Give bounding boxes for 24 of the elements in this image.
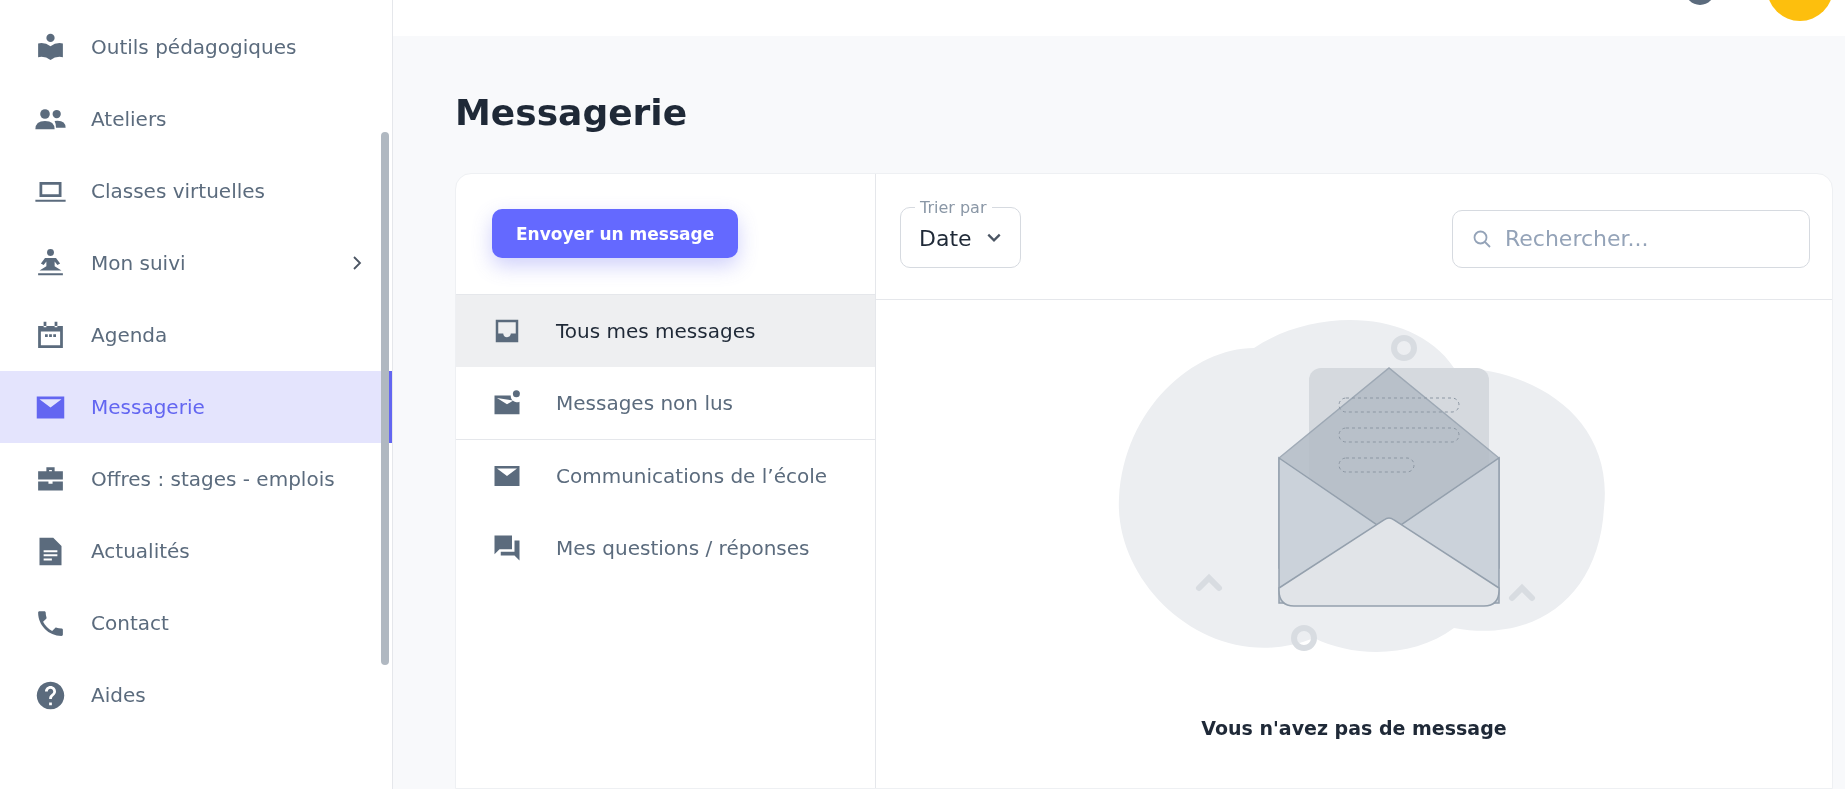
chevron-right-icon <box>352 255 362 271</box>
sort-label: Trier par <box>919 199 988 216</box>
sidebar-item[interactable]: Ateliers <box>0 83 392 155</box>
empty-state-message: Vous n'avez pas de message <box>1201 717 1507 739</box>
folder-item[interactable]: Communications de l’école <box>456 440 875 512</box>
folder-item[interactable]: Messages non lus <box>456 367 875 440</box>
sidebar-item[interactable]: Contact <box>0 587 392 659</box>
sidebar-item[interactable]: Actualités <box>0 515 392 587</box>
sidebar-item[interactable]: Outils pédagogiques <box>0 11 392 83</box>
scrollbar[interactable] <box>381 132 389 665</box>
page-title: Messagerie <box>455 92 689 133</box>
chat-icon <box>492 533 522 563</box>
sidebar-item[interactable]: Messagerie <box>0 371 392 443</box>
sidebar-item[interactable]: Agenda <box>0 299 392 371</box>
sidebar-item[interactable]: Offres : stages - emplois <box>0 443 392 515</box>
caret-icon <box>985 232 1002 244</box>
folder-item[interactable]: Tous mes messages <box>456 295 875 367</box>
send-message-button[interactable]: Envoyer un message <box>492 209 739 258</box>
sidebar-item[interactable]: Aides <box>0 659 392 731</box>
sidebar-item[interactable]: Mon suivi <box>0 227 392 299</box>
folder-item[interactable]: Mes questions / réponses <box>456 512 875 584</box>
sidebar-item[interactable]: Classes virtuelles <box>0 155 392 227</box>
sort-select[interactable]: Trier par Date <box>900 199 1021 268</box>
search-field[interactable]: Rechercher... <box>1452 209 1810 268</box>
